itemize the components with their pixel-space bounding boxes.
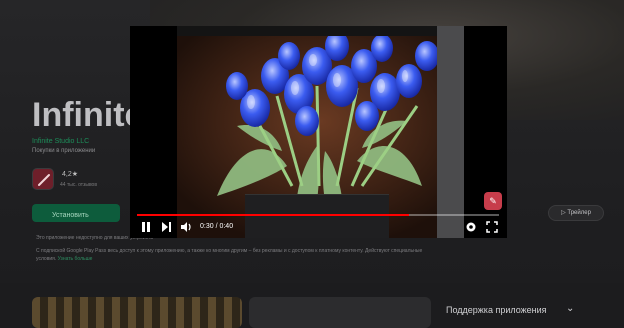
fullscreen-icon[interactable]	[486, 221, 498, 236]
learn-more-link[interactable]: Узнать больше	[58, 256, 93, 262]
play-pass-conditions: условия. Узнать больше	[36, 256, 92, 262]
chevron-down-icon[interactable]: ⌄	[566, 303, 574, 314]
time-display: 0:30 / 0:40	[200, 223, 234, 230]
rating-count: 44 тыс. отзывов	[60, 182, 97, 188]
progress-bar[interactable]	[137, 214, 499, 216]
gear-icon[interactable]	[465, 221, 477, 236]
app-support-heading[interactable]: Поддержка приложения	[446, 305, 547, 315]
progress-played	[137, 214, 409, 216]
phone-toolbar	[245, 194, 389, 238]
conditions-prefix: условия.	[36, 256, 57, 262]
developer-link[interactable]: Infinite Studio LLC	[32, 138, 89, 145]
pause-icon[interactable]	[140, 221, 152, 236]
app-icon	[32, 168, 54, 190]
brush-icon	[38, 174, 50, 186]
rating-value: 4,2★	[62, 171, 79, 178]
video-player[interactable]: ✎ 0:30 / 0:40	[130, 26, 507, 238]
in-app-purchases-label: Покупки в приложении	[32, 148, 96, 154]
screenshot-thumbnail[interactable]	[249, 297, 431, 328]
phone-side-panel	[437, 26, 464, 238]
brush-icon: ✎	[484, 192, 502, 210]
screenshot-thumbnail[interactable]	[32, 297, 242, 328]
play-pass-note: С подпиской Google Play Pass весь доступ…	[36, 248, 423, 254]
install-button[interactable]: Установить	[32, 204, 120, 222]
next-icon[interactable]	[160, 221, 172, 236]
phone-status-bar	[177, 26, 464, 36]
trailer-button[interactable]: ▷ Трейлер	[548, 205, 604, 221]
volume-icon[interactable]	[180, 221, 192, 236]
